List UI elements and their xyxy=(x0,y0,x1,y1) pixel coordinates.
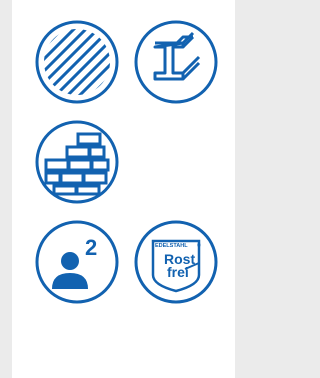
badge-top-label: EDELSTAHL xyxy=(155,243,188,249)
steel-beam-icon xyxy=(133,19,219,105)
persons-count: 2 xyxy=(85,235,97,260)
registered-mark: ® xyxy=(197,242,201,249)
badge-line2: frei xyxy=(167,264,189,280)
brick-wall-icon xyxy=(34,119,120,205)
wood-grain-icon xyxy=(34,19,120,105)
stainless-steel-badge-icon: EDELSTAHL ® Rost frei xyxy=(133,219,219,305)
two-persons-icon: 2 xyxy=(34,219,120,305)
